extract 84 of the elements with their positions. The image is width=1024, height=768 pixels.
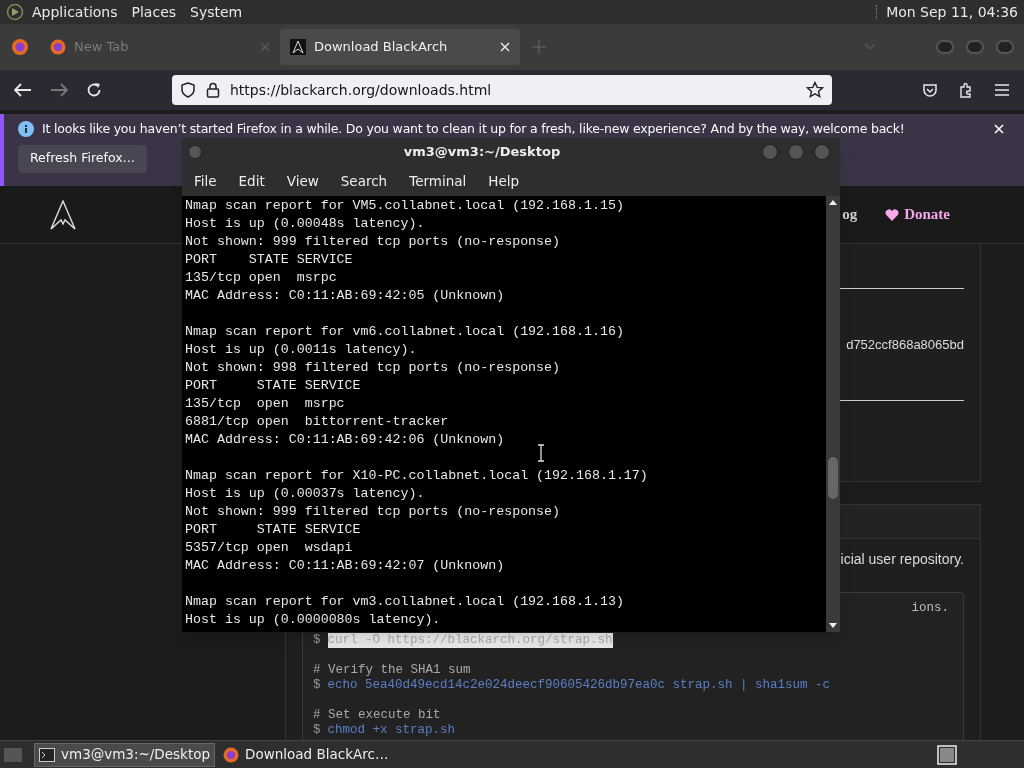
menu-item[interactable]: Edit xyxy=(238,170,265,192)
maximize-button[interactable] xyxy=(788,144,804,160)
close-button[interactable] xyxy=(996,40,1014,54)
code-comment: # Set execute bit xyxy=(313,707,441,723)
terminal-line: Nmap scan report for X10-PC.collabnet.local (192.168.1.17) xyxy=(185,468,648,483)
scrollbar[interactable] xyxy=(826,196,840,632)
window-title: vm3@vm3:~/Desktop xyxy=(402,143,562,162)
code-command: echo 5ea40d49ecd14c2e024deecf90605426db97ea0c strap.sh | sha1sum -c xyxy=(327,677,831,693)
distro-logo-icon[interactable] xyxy=(6,3,24,21)
terminal-line: 5357/tcp open wsdapi xyxy=(185,540,353,555)
prompt-symbol: $ xyxy=(313,722,321,738)
site-logo-icon xyxy=(290,39,306,55)
code-command: curl -O https://blackarch.org/strap.sh xyxy=(327,632,613,648)
scroll-up-icon[interactable] xyxy=(829,200,837,205)
scrollbar-thumb[interactable] xyxy=(828,457,838,499)
heart-icon xyxy=(885,208,900,221)
maximize-button[interactable] xyxy=(966,40,984,54)
prompt-symbol: $ xyxy=(313,632,321,648)
minimize-button[interactable] xyxy=(762,144,778,160)
terminal-line: MAC Address: C0:11:AB:69:42:06 (Unknown) xyxy=(185,432,505,447)
back-icon[interactable] xyxy=(14,83,32,97)
terminal-line: Host is up (0.0000080s latency). xyxy=(185,612,441,627)
menu-item[interactable]: File xyxy=(194,170,217,192)
terminal-line: 135/tcp open msrpc xyxy=(185,396,345,411)
taskbar-item[interactable]: vm3@vm3:~/Desktop xyxy=(34,742,216,767)
reload-icon[interactable] xyxy=(86,82,102,98)
minimize-button[interactable] xyxy=(936,40,954,54)
code-note-text: ions. xyxy=(911,600,949,618)
terminal-line: Not shown: 999 filtered tcp ports (no-response) xyxy=(185,234,561,249)
terminal-line: Not shown: 999 filtered tcp ports (no-response) xyxy=(185,504,561,519)
donate-link[interactable]: Donate xyxy=(885,203,950,226)
clock[interactable]: Mon Sep 11, 04:36 xyxy=(886,1,1018,23)
terminal-line: 135/tcp open msrpc xyxy=(185,270,337,285)
notification-message: It looks like you haven’t started Firefox in a while. Do you want to clean it up for a fresh, like-new experience? And by the way, welcome back! xyxy=(42,120,905,138)
terminal-line: 6881/tcp open bittorrent-tracker xyxy=(185,414,449,429)
window-menu-icon[interactable] xyxy=(188,145,202,159)
terminal-line: PORT STATE SERVICE xyxy=(185,252,353,267)
info-icon xyxy=(18,121,34,138)
menu-item[interactable]: Terminal xyxy=(409,170,467,192)
checksum-text: d752ccf868a8065bd xyxy=(846,335,964,354)
url-text: https://blackarch.org/downloads.html xyxy=(230,80,493,100)
terminal-line: Not shown: 998 filtered tcp ports (no-response) xyxy=(185,360,561,375)
firefox-icon xyxy=(223,746,240,763)
code-command: chmod +x strap.sh xyxy=(327,722,456,738)
taskbar-item[interactable]: Download BlackArc… xyxy=(219,742,393,767)
terminal-line: Nmap scan report for vm3.collabnet.local (192.168.1.13) xyxy=(185,594,624,609)
code-comment: # Verify the SHA1 sum xyxy=(313,662,471,678)
pocket-icon[interactable] xyxy=(922,82,938,98)
terminal-line: MAC Address: C0:11:AB:69:42:07 (Unknown) xyxy=(185,558,505,573)
lock-icon xyxy=(206,82,220,98)
show-desktop-icon[interactable] xyxy=(936,744,958,765)
nav-link[interactable]: og xyxy=(842,203,858,226)
address-bar[interactable]: https://blackarch.org/downloads.html xyxy=(172,75,832,105)
extensions-icon[interactable] xyxy=(958,82,974,98)
bookmark-star-icon[interactable] xyxy=(806,81,824,99)
terminal-line: Nmap scan report for vm6.collabnet.local (192.168.1.16) xyxy=(185,324,624,339)
menu-item[interactable]: View xyxy=(286,170,319,192)
terminal-line: Host is up (0.00048s latency). xyxy=(185,216,425,231)
shield-icon[interactable] xyxy=(180,82,196,98)
menu-item[interactable]: Search xyxy=(340,170,388,192)
repository-text: icial user repository. xyxy=(840,550,964,570)
terminal-line: PORT STATE SERVICE xyxy=(185,522,361,537)
firefox-icon[interactable] xyxy=(11,38,29,56)
menu-icon[interactable] xyxy=(994,83,1010,97)
close-icon[interactable] xyxy=(994,124,1004,135)
terminal-line: Host is up (0.00037s latency). xyxy=(185,486,425,501)
terminal-line: Host is up (0.0011s latency). xyxy=(185,342,417,357)
close-button[interactable] xyxy=(814,144,830,160)
forward-icon[interactable] xyxy=(50,83,68,97)
terminal-line: MAC Address: C0:11:AB:69:42:05 (Unknown) xyxy=(185,288,505,303)
panel-menu[interactable]: Applications xyxy=(32,1,118,23)
site-logo-icon[interactable] xyxy=(50,199,76,230)
panel-menu[interactable]: System xyxy=(190,1,243,23)
scroll-down-icon[interactable] xyxy=(829,623,837,628)
terminal-line: PORT STATE SERVICE xyxy=(185,378,361,393)
firefox-icon xyxy=(50,39,66,55)
text-cursor-icon xyxy=(537,444,545,462)
refresh-firefox-button[interactable]: Refresh Firefox… xyxy=(18,144,148,173)
panel-menu[interactable]: Places xyxy=(131,1,177,23)
menu-item[interactable]: Help xyxy=(488,170,520,192)
browser-tab[interactable]: Download BlackArch xyxy=(280,29,520,65)
terminal-line: Nmap scan report for VM5.collabnet.local (192.168.1.15) xyxy=(185,198,624,213)
prompt-symbol: $ xyxy=(313,677,321,693)
terminal-icon xyxy=(39,747,55,762)
